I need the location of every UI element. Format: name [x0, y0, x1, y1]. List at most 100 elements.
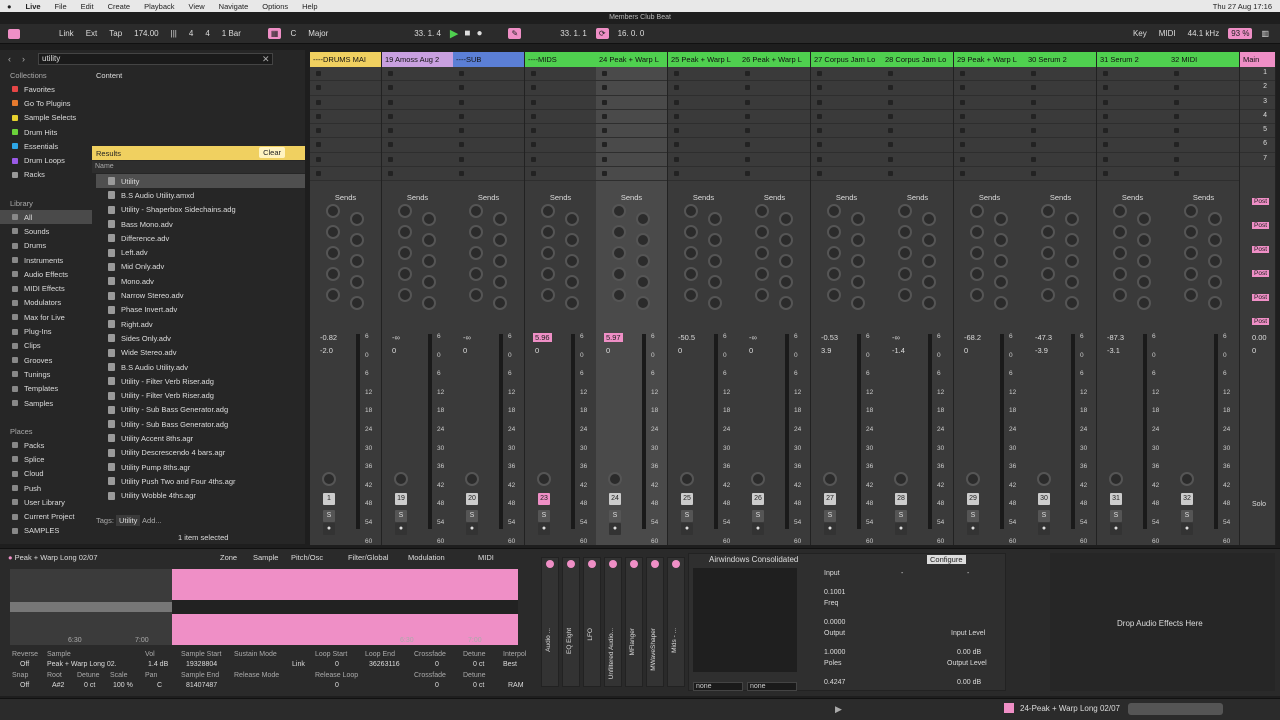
- track-activator[interactable]: 20: [466, 493, 478, 505]
- clip-slot[interactable]: [1097, 96, 1168, 110]
- clip-slot[interactable]: [954, 96, 1025, 110]
- collection-item[interactable]: Go To Plugins: [0, 96, 92, 110]
- tab-sample[interactable]: Sample: [253, 553, 278, 562]
- loop-length-field[interactable]: 16. 0. 0: [615, 28, 648, 39]
- stop-button-icon[interactable]: [960, 171, 965, 177]
- clip-slot[interactable]: [382, 124, 453, 139]
- stop-button-icon[interactable]: [1174, 128, 1179, 134]
- vol-value[interactable]: 1.4 dB: [148, 661, 168, 668]
- send-knob[interactable]: [1113, 246, 1127, 260]
- clip-slot[interactable]: [453, 153, 524, 168]
- send-knob[interactable]: [898, 246, 912, 260]
- stop-button-icon[interactable]: [817, 113, 822, 119]
- device-strip[interactable]: Audio ...: [541, 557, 559, 687]
- scene-launch[interactable]: 7: [1240, 153, 1275, 168]
- stop-button-icon[interactable]: [1174, 142, 1179, 148]
- send-knob[interactable]: [1137, 233, 1151, 247]
- track-header[interactable]: ----DRUMS MAI: [310, 52, 381, 67]
- arm-button[interactable]: ●: [681, 523, 693, 535]
- stop-button-icon[interactable]: [1174, 99, 1179, 105]
- send-knob[interactable]: [1065, 233, 1079, 247]
- device-strip[interactable]: Mids - ...: [667, 557, 685, 687]
- stop-button-icon[interactable]: [960, 99, 965, 105]
- send-knob[interactable]: [350, 254, 364, 268]
- send-knob[interactable]: [1208, 254, 1222, 268]
- solo-button[interactable]: S: [323, 510, 335, 522]
- crossfade-value[interactable]: 0: [435, 661, 439, 668]
- send-knob[interactable]: [636, 233, 650, 247]
- clip-slot[interactable]: [525, 153, 596, 168]
- send-knob[interactable]: [922, 254, 936, 268]
- clip-slot[interactable]: [882, 81, 953, 96]
- send-knob[interactable]: [922, 296, 936, 310]
- clip-slot[interactable]: [453, 124, 524, 139]
- library-item[interactable]: Audio Effects: [0, 267, 92, 281]
- stop-button-icon[interactable]: [316, 71, 321, 76]
- send-knob[interactable]: [1184, 246, 1198, 260]
- volume-value[interactable]: -0.53: [819, 333, 840, 342]
- stop-button-icon[interactable]: [531, 113, 536, 119]
- pan-value[interactable]: -3.1: [1107, 346, 1120, 355]
- pan-knob[interactable]: [608, 472, 622, 486]
- library-item[interactable]: Plug-Ins: [0, 324, 92, 338]
- result-item[interactable]: Utility - Shaperbox Sidechains.adg: [96, 203, 305, 217]
- track-header[interactable]: 29 Peak + Warp L: [954, 52, 1025, 67]
- send-knob[interactable]: [1041, 267, 1055, 281]
- stop-button-icon[interactable]: [316, 171, 321, 177]
- send-knob[interactable]: [779, 254, 793, 268]
- clip-slot[interactable]: [310, 153, 381, 168]
- tab-filter[interactable]: Filter/Global: [348, 553, 388, 562]
- pan-value[interactable]: 0: [749, 346, 753, 355]
- clip-slot[interactable]: [453, 138, 524, 153]
- clip-slot[interactable]: [1097, 167, 1168, 182]
- clip-slot[interactable]: [1097, 124, 1168, 139]
- solo-button[interactable]: S: [1181, 510, 1193, 522]
- sig-num[interactable]: 4: [186, 28, 196, 39]
- send-knob[interactable]: [827, 288, 841, 302]
- clip-slot[interactable]: [739, 138, 810, 153]
- clip-slot[interactable]: [739, 96, 810, 110]
- menu-create[interactable]: Create: [108, 2, 131, 11]
- stop-button-icon[interactable]: [459, 142, 464, 148]
- send-knob[interactable]: [994, 233, 1008, 247]
- stop-button-icon[interactable]: [745, 171, 750, 177]
- freq-value[interactable]: 0.0000: [824, 619, 845, 626]
- clip-slot[interactable]: [453, 167, 524, 182]
- stop-button-icon[interactable]: [602, 171, 607, 177]
- send-knob[interactable]: [469, 288, 483, 302]
- send-knob[interactable]: [851, 212, 865, 226]
- clip-slot[interactable]: [668, 153, 739, 168]
- library-item[interactable]: All: [0, 210, 92, 225]
- loop-end-value[interactable]: 36263116: [369, 661, 400, 668]
- library-item[interactable]: Grooves: [0, 353, 92, 367]
- stop-button-icon[interactable]: [888, 156, 893, 162]
- clip-slot[interactable]: [382, 138, 453, 153]
- place-item[interactable]: SAMPLES: [0, 524, 92, 538]
- stop-button-icon[interactable]: [388, 85, 393, 91]
- stop-button-icon[interactable]: [602, 142, 607, 148]
- ram-toggle[interactable]: RAM: [508, 682, 524, 689]
- pan-knob[interactable]: [322, 472, 336, 486]
- poles-value[interactable]: 0.4247: [824, 679, 845, 686]
- track-header[interactable]: 32 MIDI: [1168, 52, 1239, 67]
- stop-button-icon[interactable]: [888, 171, 893, 177]
- send-knob[interactable]: [898, 225, 912, 239]
- clip-slot[interactable]: [310, 96, 381, 110]
- clip-slot[interactable]: [525, 81, 596, 96]
- clip-slot[interactable]: [954, 153, 1025, 168]
- input-level-value[interactable]: 0.00 dB: [957, 649, 981, 656]
- arm-button[interactable]: ●: [895, 523, 907, 535]
- pan-value[interactable]: 3.9: [821, 346, 831, 355]
- solo-label[interactable]: Solo: [1252, 501, 1266, 508]
- result-item[interactable]: Narrow Stereo.adv: [96, 288, 305, 302]
- stop-button-icon[interactable]: [960, 113, 965, 119]
- volume-value[interactable]: -∞: [390, 333, 402, 342]
- clip-slot[interactable]: [1097, 138, 1168, 153]
- clip-slot[interactable]: [525, 167, 596, 182]
- pan-knob[interactable]: [894, 472, 908, 486]
- stop-button-icon[interactable]: [316, 142, 321, 148]
- stop-button-icon[interactable]: [1031, 128, 1036, 134]
- solo-button[interactable]: S: [1110, 510, 1122, 522]
- clip-slot[interactable]: [668, 138, 739, 153]
- clip-slot[interactable]: [668, 67, 739, 82]
